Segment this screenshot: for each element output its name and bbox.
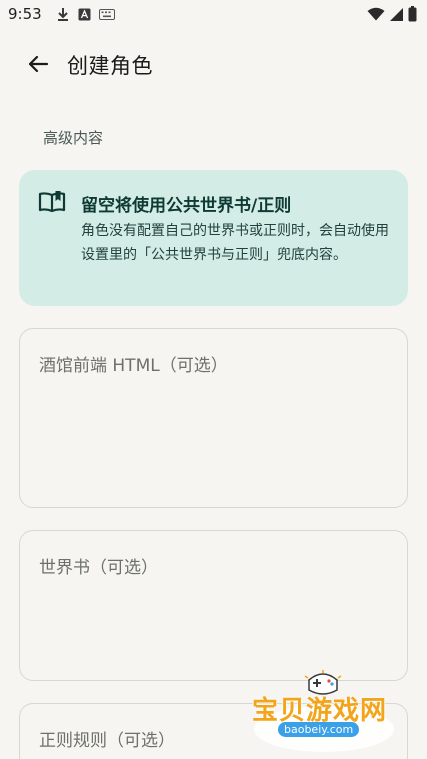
tavern-html-placeholder: 酒馆前端 HTML（可选） [39,356,228,376]
info-card-body: 角色没有配置自己的世界书或正则时，会自动使用设置里的「公共世界书与正则」兜底内容… [81,223,389,263]
download-icon [58,8,68,21]
info-card: 留空将使用公共世界书/正则 角色没有配置自己的世界书或正则时，会自动使用设置里的… [19,170,408,306]
status-system-icons [367,6,417,22]
open-book-icon [38,191,66,213]
regex-rules-placeholder: 正则规则（可选） [39,731,175,751]
battery-icon [408,6,417,22]
signal-icon [390,7,403,21]
world-book-placeholder: 世界书（可选） [39,558,158,578]
status-notification-icons [56,7,115,22]
status-bar: 9:53 [0,0,427,30]
wifi-icon [367,7,385,21]
back-button[interactable] [20,46,56,82]
info-card-title: 留空将使用公共世界书/正则 [81,196,292,216]
arrow-left-icon [28,55,49,73]
tavern-html-input[interactable]: 酒馆前端 HTML（可选） [19,328,408,508]
keyboard-icon [99,9,115,20]
world-book-input[interactable]: 世界书（可选） [19,530,408,681]
section-label: 高级内容 [43,129,104,147]
regex-rules-input[interactable]: 正则规则（可选） [19,703,408,759]
status-time: 9:53 [8,5,42,23]
create-character-screen: 9:53 创建角色 高级内容 留空将使用公共世界书/正则 角色没有配置自己的世界… [0,0,427,759]
top-app-bar: 创建角色 [0,40,427,88]
page-title: 创建角色 [67,54,153,78]
a-box-icon [78,8,91,21]
